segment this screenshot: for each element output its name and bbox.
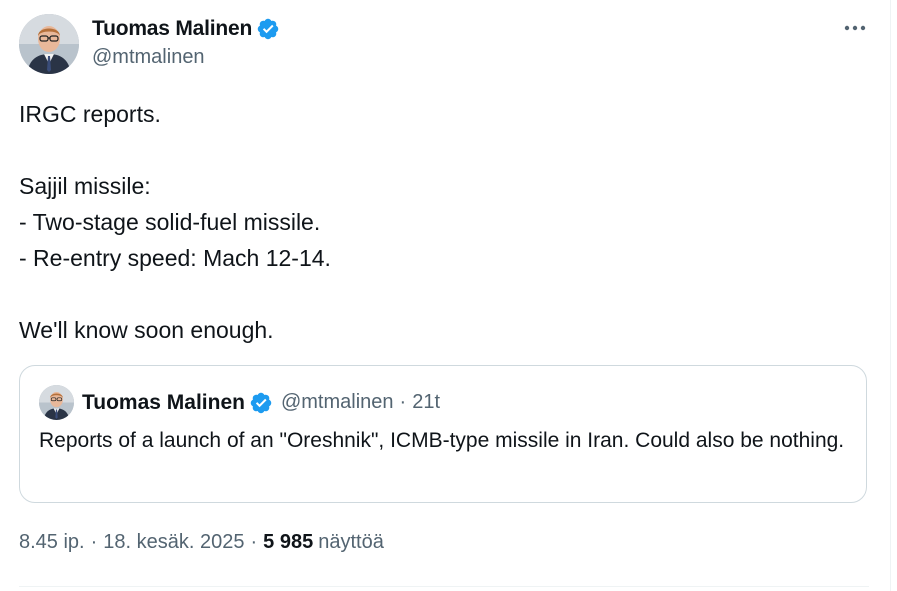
- more-horizontal-icon: [844, 25, 866, 31]
- tweet-time[interactable]: 8.45 ip.: [19, 531, 85, 554]
- avatar-portrait-icon: [19, 14, 79, 74]
- meta-separator: ·: [90, 531, 98, 553]
- more-options-button[interactable]: [841, 16, 869, 40]
- tweet-metadata: 8.45 ip. · 18. kesäk. 2025 · 5 985 näytt…: [19, 531, 384, 554]
- quoted-tweet-card[interactable]: Tuomas Malinen @mtmalinen · 21t Reports …: [19, 365, 867, 503]
- divider: [19, 586, 869, 587]
- column-border: [890, 0, 891, 591]
- quoted-tweet-text: Reports of a launch of an "Oreshnik", IC…: [39, 429, 845, 452]
- views-label: näyttöä: [318, 531, 384, 553]
- avatar-portrait-icon: [39, 385, 74, 420]
- views-count: 5 985: [263, 531, 314, 553]
- quoted-author-display-name[interactable]: Tuomas Malinen: [82, 391, 245, 415]
- tweet-date[interactable]: 18. kesäk. 2025: [103, 531, 244, 554]
- author-handle[interactable]: @mtmalinen: [92, 46, 280, 69]
- quoted-timestamp[interactable]: 21t: [412, 391, 440, 414]
- quoted-author-handle[interactable]: @mtmalinen: [281, 391, 394, 414]
- quoted-separator: ·: [399, 391, 407, 413]
- tweet-text: IRGC reports. Sajjil missile: - Two-stag…: [19, 101, 331, 343]
- author-name-row: Tuomas Malinen: [92, 14, 280, 44]
- quoted-author-avatar[interactable]: [39, 385, 74, 420]
- author-display-name[interactable]: Tuomas Malinen: [92, 17, 252, 41]
- author-avatar[interactable]: [19, 14, 79, 74]
- quoted-tweet-header: Tuomas Malinen @mtmalinen · 21t: [39, 385, 440, 420]
- verified-badge-icon[interactable]: [249, 391, 273, 415]
- tweet-page: Tuomas Malinen @mtmalinen IRGC reports. …: [0, 0, 897, 591]
- verified-badge-icon[interactable]: [256, 17, 280, 41]
- meta-separator: ·: [250, 531, 258, 553]
- author-block: Tuomas Malinen @mtmalinen: [92, 14, 280, 69]
